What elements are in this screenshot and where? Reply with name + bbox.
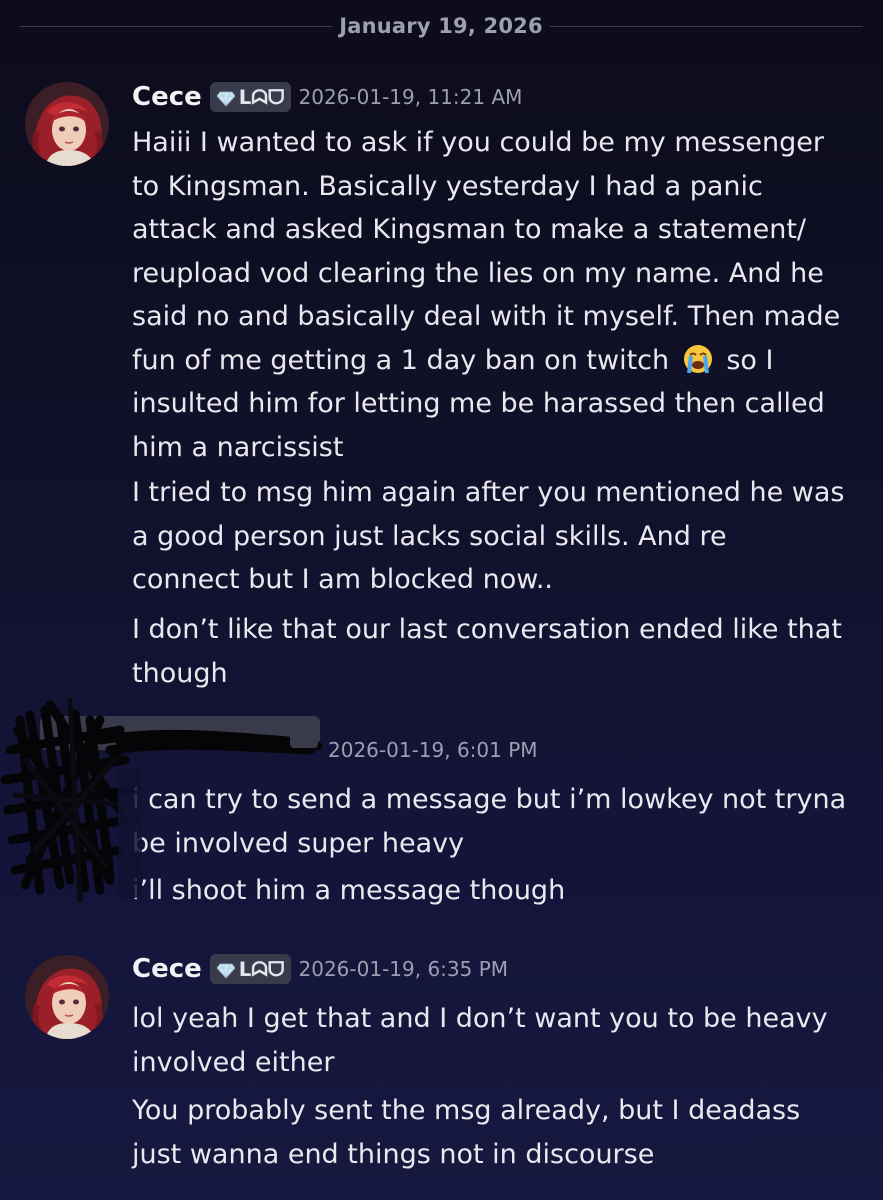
gem-icon	[216, 91, 236, 107]
message-line: i can try to send a message but i’m lowk…	[132, 784, 847, 815]
message-timestamp[interactable]: 2026-01-19, 6:35 PM	[299, 957, 509, 981]
server-tag-text: ᒪᗣᗜ	[238, 957, 285, 981]
divider-line-right	[550, 26, 863, 27]
message-line: involved either	[132, 1046, 335, 1078]
message-line: just wanna end things not in discourse	[132, 1138, 655, 1170]
message-line: a good person just lacks social skills. …	[132, 520, 727, 552]
message-line: I tried to msg him again after you menti…	[132, 477, 845, 508]
avatar-image	[25, 955, 109, 1039]
message-line: connect but I am blocked now..	[132, 564, 554, 595]
message-line: Haiii I wanted to ask if you could be my…	[132, 127, 824, 158]
user-avatar[interactable]	[25, 82, 109, 166]
username[interactable]: Cece	[132, 82, 202, 112]
message-timestamp[interactable]: 2026-01-19, 11:21 AM	[299, 85, 523, 109]
user-avatar[interactable]	[25, 955, 109, 1039]
username[interactable]: Cece	[132, 954, 202, 984]
gem-icon	[216, 963, 236, 979]
message-line: You probably sent the msg already, but I…	[132, 1095, 801, 1126]
message-line: attack and asked Kingsman to make a stat…	[132, 214, 807, 245]
message-timestamp[interactable]: 2026-01-19, 6:01 PM	[328, 738, 538, 762]
message-line: him a narcissist	[132, 431, 344, 463]
message-header: Cece ᒪᗣᗜ 2026-01-19, 11:21 AM	[132, 82, 522, 122]
avatar-image	[25, 82, 109, 166]
date-divider: January 19, 2026	[20, 12, 863, 42]
message-text: so I	[726, 344, 774, 376]
message-header: 2026-01-19, 6:01 PM	[328, 738, 538, 778]
message-line: reupload vod clearing the lies on my nam…	[132, 257, 824, 289]
message-line: lol yeah I get that and I don’t want you…	[132, 1003, 828, 1034]
message-line-with-emoji: fun of me getting a 1 day ban on twitch …	[132, 339, 872, 383]
message-text: fun of me getting a 1 day ban on twitch	[132, 344, 670, 376]
message-line: said no and basically deal with it mysel…	[132, 301, 841, 332]
message-line: I don’t like that our last conversation …	[132, 614, 842, 645]
message-header: Cece ᒪᗣᗜ 2026-01-19, 6:35 PM	[132, 954, 508, 994]
message-line: be involved super heavy	[132, 827, 465, 859]
divider-line-left	[20, 26, 332, 27]
message-line: i’ll shoot him a message though	[132, 875, 566, 906]
server-tag-text: ᒪᗣᗜ	[238, 85, 285, 109]
message-line: though	[132, 657, 228, 689]
server-tag-badge[interactable]: ᒪᗣᗜ	[209, 82, 291, 112]
date-divider-label: January 19, 2026	[339, 14, 543, 38]
message-line: to Kingsman. Basically yesterday I had a…	[132, 170, 763, 202]
server-tag-badge[interactable]: ᒪᗣᗜ	[209, 954, 291, 984]
loudly-crying-face-emoji[interactable]	[680, 343, 716, 375]
message-line: insulted him for letting me be harassed …	[132, 388, 825, 419]
